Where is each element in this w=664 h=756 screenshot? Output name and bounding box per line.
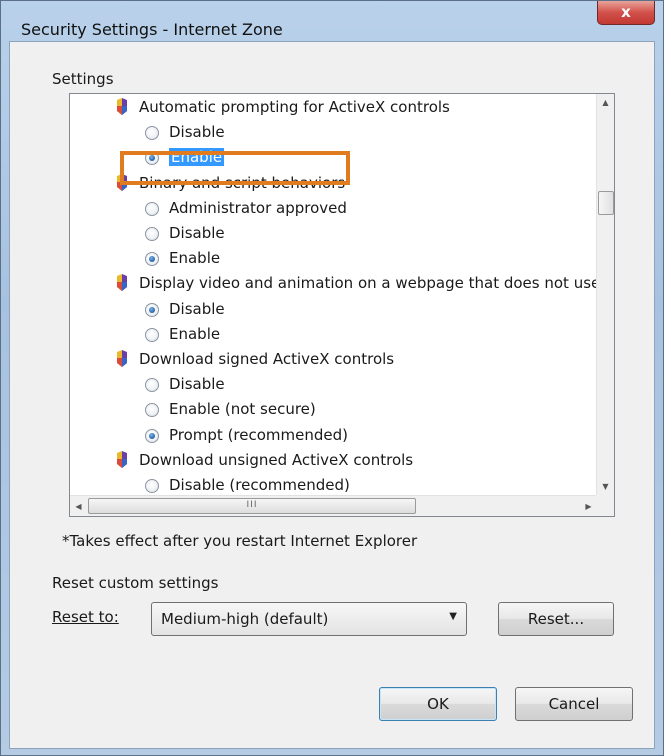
security-settings-dialog: Security Settings - Internet Zone x Sett… xyxy=(0,0,664,756)
settings-tree-list[interactable]: Automatic prompting for ActiveX controls… xyxy=(69,93,615,517)
settings-radio-option[interactable]: Enable xyxy=(145,322,221,347)
cancel-button[interactable]: Cancel xyxy=(515,687,633,721)
settings-category[interactable]: Automatic prompting for ActiveX controls xyxy=(117,95,450,120)
radio-checked-icon[interactable] xyxy=(145,302,159,317)
category-label: Automatic prompting for ActiveX controls xyxy=(139,98,450,116)
shield-icon xyxy=(117,450,127,468)
close-button[interactable]: x xyxy=(597,1,655,25)
settings-category[interactable]: Download signed ActiveX controls xyxy=(117,347,395,372)
reset-button[interactable]: Reset... xyxy=(498,602,614,636)
reset-level-dropdown[interactable]: Medium-high (default) ▼ xyxy=(151,602,467,636)
radio-checked-icon[interactable] xyxy=(145,428,159,443)
reset-section-label: Reset custom settings xyxy=(52,574,219,592)
option-label: Disable xyxy=(169,123,225,142)
option-label: Disable xyxy=(169,375,225,394)
settings-category[interactable]: Display video and animation on a webpage… xyxy=(117,271,597,296)
settings-radio-option[interactable]: Disable xyxy=(145,297,225,322)
category-label: Display video and animation on a webpage… xyxy=(139,274,597,293)
scroll-down-arrow-icon[interactable]: ▼ xyxy=(597,478,614,495)
reset-to-label-text: Reset to: xyxy=(52,608,119,626)
radio-checked-icon[interactable] xyxy=(145,252,159,267)
settings-radio-option[interactable]: Disable (recommended) xyxy=(145,473,350,495)
radio-unchecked-icon[interactable] xyxy=(145,126,159,141)
option-label: Disable (recommended) xyxy=(169,476,350,494)
restart-note: *Takes effect after you restart Internet… xyxy=(62,532,418,550)
radio-unchecked-icon[interactable] xyxy=(145,403,159,418)
option-label: Enable (not secure) xyxy=(169,400,316,419)
settings-radio-option[interactable]: Disable xyxy=(145,221,225,246)
scroll-left-arrow-icon[interactable]: ◀ xyxy=(70,498,87,515)
reset-level-value: Medium-high (default) xyxy=(161,610,329,628)
scrollbar-corner xyxy=(596,495,614,516)
option-label: Enable xyxy=(169,324,221,343)
scroll-up-arrow-icon[interactable]: ▲ xyxy=(597,94,614,111)
shield-icon xyxy=(117,98,127,115)
settings-radio-option[interactable]: Prompt (recommended) xyxy=(145,423,349,448)
option-label: Prompt (recommended) xyxy=(169,425,349,444)
shield-icon xyxy=(117,274,127,292)
radio-unchecked-icon[interactable] xyxy=(145,227,159,241)
option-label: Disable xyxy=(169,224,225,242)
option-label: Enable xyxy=(169,249,221,268)
radio-unchecked-icon[interactable] xyxy=(145,479,159,493)
category-label: Download signed ActiveX controls xyxy=(139,350,395,368)
reset-to-label: Reset to: xyxy=(52,608,119,626)
settings-category[interactable]: Download unsigned ActiveX controls xyxy=(117,448,414,473)
category-label: Download unsigned ActiveX controls xyxy=(139,450,414,469)
title-bar[interactable]: Security Settings - Internet Zone x xyxy=(1,1,663,41)
option-label: Administrator approved xyxy=(169,198,347,217)
dialog-client-area: Settings Automatic prompting for ActiveX… xyxy=(9,41,655,749)
radio-unchecked-icon[interactable] xyxy=(145,201,159,216)
shield-icon xyxy=(117,350,127,367)
settings-radio-option[interactable]: Enable (not secure) xyxy=(145,397,316,422)
horizontal-scroll-thumb[interactable]: III xyxy=(88,498,416,514)
window-title: Security Settings - Internet Zone xyxy=(21,20,283,39)
option-label: Disable xyxy=(169,299,225,318)
horizontal-scrollbar[interactable]: ◀ III ▶ xyxy=(70,495,597,516)
settings-radio-option[interactable]: Disable xyxy=(145,372,225,397)
dropdown-arrow-icon[interactable]: ▼ xyxy=(449,611,457,622)
settings-radio-option[interactable]: Administrator approved xyxy=(145,196,347,221)
ok-button[interactable]: OK xyxy=(379,687,497,721)
vertical-scroll-thumb[interactable] xyxy=(598,191,614,215)
settings-radio-option[interactable]: Enable xyxy=(145,246,221,271)
settings-group-label: Settings xyxy=(52,70,114,88)
enable-highlight-box xyxy=(120,151,350,185)
scroll-right-arrow-icon[interactable]: ▶ xyxy=(580,498,597,515)
radio-unchecked-icon[interactable] xyxy=(145,378,159,393)
vertical-scrollbar[interactable]: ▲ ▼ xyxy=(596,94,614,495)
radio-unchecked-icon[interactable] xyxy=(145,327,159,342)
settings-radio-option[interactable]: Disable xyxy=(145,120,225,145)
